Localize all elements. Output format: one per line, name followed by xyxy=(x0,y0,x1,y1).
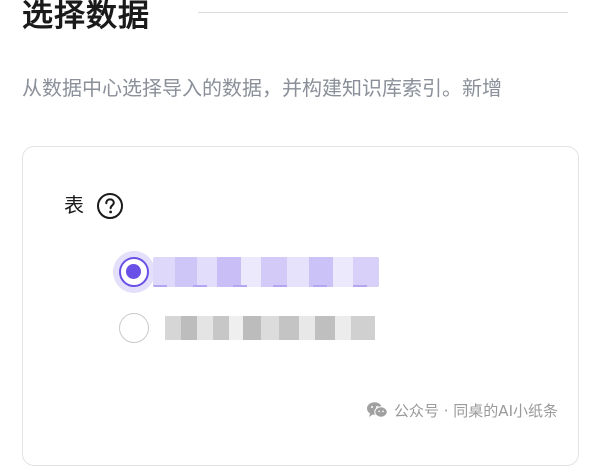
table-option-radio-2[interactable] xyxy=(119,313,149,343)
table-option-name-2[interactable] xyxy=(165,316,375,340)
watermark: 公众号 · 同桌的AI小纸条 xyxy=(366,398,558,422)
table-field-label: 表 xyxy=(64,193,84,217)
section-description: 从数据中心选择导入的数据，并构建知识库索引。新增 xyxy=(22,76,502,100)
table-option-radio-1[interactable] xyxy=(119,257,149,287)
table-option-name-1[interactable] xyxy=(153,257,379,287)
wechat-icon xyxy=(367,402,388,418)
watermark-text: 公众号 · 同桌的AI小纸条 xyxy=(394,401,558,420)
section-title: 选择数据 xyxy=(22,0,150,34)
question-circle-icon[interactable] xyxy=(96,192,124,220)
title-divider xyxy=(198,12,568,13)
